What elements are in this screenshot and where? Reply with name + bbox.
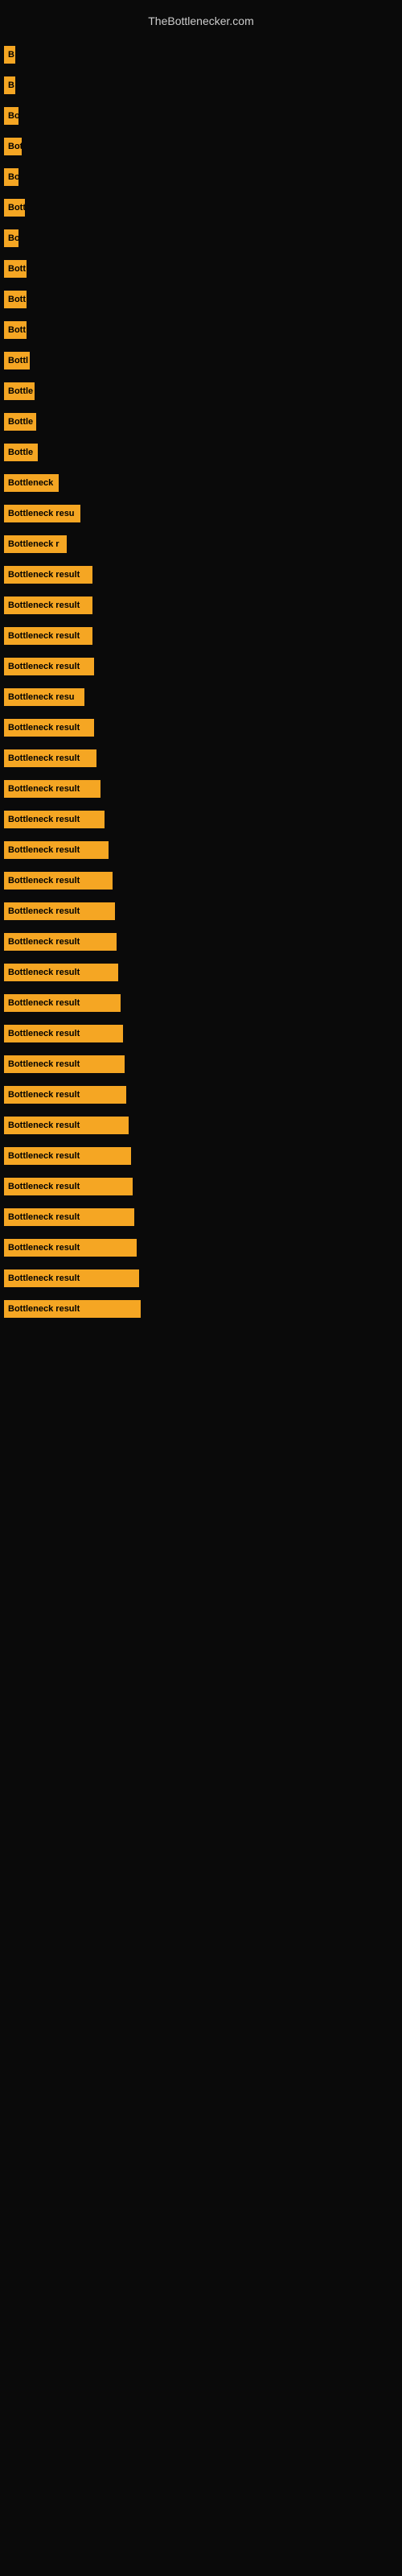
- bar-label: Bott: [4, 291, 27, 308]
- bar-row: Bottle: [0, 407, 402, 437]
- bar-label: Bott: [4, 321, 27, 339]
- bar-label: Bottleneck result: [4, 780, 100, 798]
- bar-row: Bottleneck result: [0, 1202, 402, 1232]
- bar-row: Bott: [0, 254, 402, 284]
- bar-row: Bottleneck result: [0, 621, 402, 651]
- bar-label: B: [4, 76, 15, 94]
- bar-row: Bott: [0, 192, 402, 223]
- bar-row: Bottleneck result: [0, 988, 402, 1018]
- bar-row: Bottleneck r: [0, 529, 402, 559]
- bar-row: Bo: [0, 223, 402, 254]
- bar-label: B: [4, 46, 15, 64]
- bar-label: Bottleneck result: [4, 872, 113, 890]
- bar-label: Bottleneck result: [4, 902, 115, 920]
- bar-row: Bottleneck result: [0, 590, 402, 621]
- bar-row: Bottleneck result: [0, 1141, 402, 1171]
- bar-row: B: [0, 39, 402, 70]
- bar-label: Bottleneck result: [4, 1055, 125, 1073]
- bar-row: Bottle: [0, 437, 402, 468]
- bar-label: Bottleneck result: [4, 1208, 134, 1226]
- bar-label: Bottle: [4, 382, 35, 400]
- bar-row: Bottleneck result: [0, 1294, 402, 1324]
- bar-row: Bottleneck: [0, 468, 402, 498]
- bar-label: Bottleneck result: [4, 1086, 126, 1104]
- bar-row: Bottleneck result: [0, 804, 402, 835]
- bar-row: Bottle: [0, 376, 402, 407]
- bar-label: Bottleneck resu: [4, 688, 84, 706]
- bar-row: Bottleneck resu: [0, 498, 402, 529]
- bar-label: Bottle: [4, 444, 38, 461]
- bar-label: Bottleneck result: [4, 1178, 133, 1195]
- bar-row: Bottleneck result: [0, 865, 402, 896]
- bar-label: Bottleneck result: [4, 1269, 139, 1287]
- bar-label: Bo: [4, 107, 18, 125]
- bar-label: Bottleneck: [4, 474, 59, 492]
- bar-row: Bott: [0, 315, 402, 345]
- page-container: TheBottlenecker.com BBBoBotBoBottBoBottB…: [0, 0, 402, 2576]
- bar-label: Bo: [4, 168, 18, 186]
- bar-row: Bottleneck result: [0, 896, 402, 927]
- bar-label: Bottleneck result: [4, 597, 92, 614]
- bar-label: Bott: [4, 199, 25, 217]
- bar-row: Bottleneck result: [0, 1018, 402, 1049]
- bar-label: Bot: [4, 138, 22, 155]
- bar-row: Bottleneck result: [0, 835, 402, 865]
- bar-label: Bottl: [4, 352, 30, 369]
- bar-label: Bottleneck r: [4, 535, 67, 553]
- bar-row: Bottleneck result: [0, 1263, 402, 1294]
- bars-container: BB Bo Bot Bo Bott Bo Bott Bott Bott Bottl Bottle Bo…: [0, 39, 402, 1324]
- bar-row: Bottleneck result: [0, 1171, 402, 1202]
- bar-label: Bottleneck result: [4, 841, 109, 859]
- bar-label: Bottleneck result: [4, 658, 94, 675]
- bar-row: Bo: [0, 162, 402, 192]
- bar-label: Bottleneck result: [4, 1239, 137, 1257]
- bar-row: Bottleneck resu: [0, 682, 402, 712]
- bar-label: Bottleneck result: [4, 1025, 123, 1042]
- bar-label: Bottleneck result: [4, 1147, 131, 1165]
- bar-row: Bott: [0, 284, 402, 315]
- bar-row: Bottleneck result: [0, 651, 402, 682]
- bar-row: Bottleneck result: [0, 1049, 402, 1080]
- bar-label: Bottleneck result: [4, 627, 92, 645]
- bar-label: Bottleneck resu: [4, 505, 80, 522]
- bar-row: Bottl: [0, 345, 402, 376]
- bar-row: Bottleneck result: [0, 774, 402, 804]
- bar-row: Bottleneck result: [0, 1080, 402, 1110]
- bar-label: Bott: [4, 260, 27, 278]
- bar-label: Bottleneck result: [4, 811, 105, 828]
- bar-label: Bottleneck result: [4, 1300, 141, 1318]
- bar-row: Bottleneck result: [0, 927, 402, 957]
- bar-label: Bottleneck result: [4, 719, 94, 737]
- bar-row: B: [0, 70, 402, 101]
- bar-label: Bo: [4, 229, 18, 247]
- bar-row: Bottleneck result: [0, 1110, 402, 1141]
- bar-row: Bottleneck result: [0, 559, 402, 590]
- bar-row: Bo: [0, 101, 402, 131]
- bar-label: Bottleneck result: [4, 1117, 129, 1134]
- bar-label: Bottle: [4, 413, 36, 431]
- bar-row: Bottleneck result: [0, 1232, 402, 1263]
- bar-label: Bottleneck result: [4, 566, 92, 584]
- bar-label: Bottleneck result: [4, 994, 121, 1012]
- bar-row: Bottleneck result: [0, 743, 402, 774]
- bar-row: Bot: [0, 131, 402, 162]
- bar-row: Bottleneck result: [0, 957, 402, 988]
- bar-label: Bottleneck result: [4, 749, 96, 767]
- bar-row: Bottleneck result: [0, 712, 402, 743]
- site-title: TheBottlenecker.com: [0, 8, 402, 39]
- bar-label: Bottleneck result: [4, 933, 117, 951]
- bar-label: Bottleneck result: [4, 964, 118, 981]
